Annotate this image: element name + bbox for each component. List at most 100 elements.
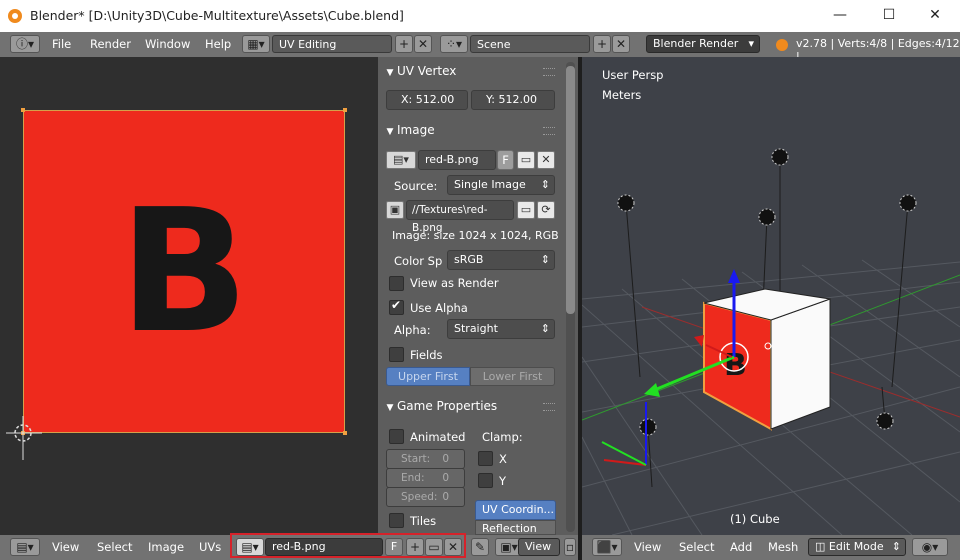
uv-menu-select[interactable]: Select bbox=[97, 540, 132, 554]
footer-view-select[interactable]: View bbox=[518, 538, 560, 556]
source-value: Single Image bbox=[454, 178, 526, 191]
uv-vertex-panel-header[interactable]: ▼ UV Vertex bbox=[383, 60, 561, 82]
3d-menu-add[interactable]: Add bbox=[730, 540, 752, 554]
edit-mode-icon: ◫ bbox=[815, 540, 829, 553]
uv-coordinates-button[interactable]: UV Coordin... bbox=[475, 500, 556, 520]
screen-layout-field[interactable]: UV Editing bbox=[272, 35, 392, 53]
speed-field[interactable]: Speed: 0 bbox=[386, 487, 465, 507]
image-panel-header[interactable]: ▼ Image bbox=[383, 119, 561, 141]
uv-menu-view[interactable]: View bbox=[52, 540, 79, 554]
panel-grip-icon[interactable] bbox=[543, 68, 555, 76]
animated-checkbox[interactable] bbox=[389, 429, 404, 444]
interaction-mode-select[interactable]: ◫ Edit Mode ⇕ bbox=[808, 538, 906, 556]
3d-viewport[interactable]: B bbox=[582, 57, 960, 535]
render-engine-label: Blender Render bbox=[653, 37, 739, 50]
end-field[interactable]: End: 0 bbox=[386, 468, 465, 488]
info-header: ⓘ▾ File Render Window Help ▦▾ UV Editing… bbox=[0, 32, 960, 63]
browse-file-icon[interactable]: ▭ bbox=[517, 201, 535, 219]
scene-icon[interactable]: ⁘▾ bbox=[440, 35, 468, 53]
viewport-shading-icon[interactable]: ◉▾ bbox=[912, 538, 948, 556]
minimize-button[interactable]: — bbox=[825, 4, 855, 26]
editor-type-3d-icon[interactable]: ⬛▾ bbox=[592, 538, 622, 556]
fake-user-button[interactable]: F bbox=[497, 150, 514, 170]
footer-view-value: View bbox=[525, 540, 552, 553]
uv-vertex[interactable] bbox=[21, 108, 25, 112]
pin-image-icon[interactable]: ✎ bbox=[471, 538, 489, 556]
upper-first-button[interactable]: Upper First bbox=[386, 367, 470, 386]
speed-value: 0 bbox=[442, 491, 449, 503]
properties-scrollbar-thumb[interactable] bbox=[566, 66, 575, 314]
blender-version-icon bbox=[776, 39, 788, 51]
alpha-mode-select[interactable]: Straight ⇕ bbox=[447, 319, 555, 339]
tiles-label: Tiles bbox=[410, 514, 437, 528]
window-title: Blender* [D:\Unity3D\Cube-Multitexture\A… bbox=[30, 8, 404, 23]
footer-overflow-icon[interactable]: ▫ bbox=[564, 538, 576, 556]
start-label: Start: bbox=[401, 453, 431, 465]
animated-label: Animated bbox=[410, 430, 466, 444]
screen-layout-icon[interactable]: ▦▾ bbox=[242, 35, 270, 53]
end-value: 0 bbox=[442, 472, 449, 484]
reload-image-icon[interactable]: ⟳ bbox=[537, 201, 555, 219]
uv-menu-uvs[interactable]: UVs bbox=[199, 540, 221, 554]
dropdown-arrow-icon: ▾ bbox=[748, 37, 754, 50]
remove-scene-icon[interactable]: ✕ bbox=[612, 35, 630, 53]
menu-help[interactable]: Help bbox=[205, 37, 231, 51]
start-field[interactable]: Start: 0 bbox=[386, 449, 465, 469]
add-layout-icon[interactable]: + bbox=[395, 35, 413, 53]
3d-menu-mesh[interactable]: Mesh bbox=[768, 540, 798, 554]
game-properties-header[interactable]: ▼ Game Properties bbox=[383, 395, 561, 417]
lower-first-button[interactable]: Lower First bbox=[470, 367, 555, 386]
remove-layout-icon[interactable]: ✕ bbox=[414, 35, 432, 53]
use-alpha-checkbox[interactable] bbox=[389, 298, 404, 315]
clamp-y-checkbox[interactable] bbox=[478, 473, 493, 488]
add-scene-icon[interactable]: + bbox=[593, 35, 611, 53]
menu-window[interactable]: Window bbox=[145, 37, 190, 51]
render-engine-select[interactable]: Blender Render ▾ bbox=[646, 35, 760, 53]
updown-arrow-icon: ⇕ bbox=[540, 253, 550, 266]
updown-arrow-icon: ⇕ bbox=[540, 322, 550, 335]
filepath-field[interactable]: //Textures\red-B.png bbox=[406, 200, 514, 234]
uv-y-field[interactable]: Y: 512.00 bbox=[471, 90, 555, 110]
collapse-icon: ▼ bbox=[386, 127, 394, 137]
speed-label: Speed: bbox=[401, 491, 438, 503]
image-name-field[interactable]: red-B.png bbox=[418, 150, 496, 170]
uv-image-texture[interactable]: B bbox=[23, 110, 345, 433]
unlink-image-icon[interactable]: ✕ bbox=[537, 151, 555, 169]
tiles-checkbox[interactable] bbox=[389, 513, 404, 528]
3d-menu-select[interactable]: Select bbox=[679, 540, 714, 554]
view-as-render-checkbox[interactable] bbox=[389, 276, 404, 291]
highlighted-image-selector bbox=[230, 533, 466, 558]
filepath-icon: ▣ bbox=[386, 201, 404, 219]
clamp-x-label: X bbox=[499, 452, 507, 466]
close-button[interactable]: ✕ bbox=[920, 4, 950, 26]
fields-label: Fields bbox=[410, 348, 443, 362]
end-label: End: bbox=[401, 472, 425, 484]
scene-field[interactable]: Scene bbox=[470, 35, 590, 53]
clamp-x-checkbox[interactable] bbox=[478, 451, 493, 466]
blender-logo-icon bbox=[8, 9, 22, 23]
2d-cursor-icon[interactable] bbox=[6, 416, 42, 460]
menu-file[interactable]: File bbox=[52, 37, 71, 51]
collapse-icon: ▼ bbox=[386, 403, 394, 413]
maximize-button[interactable]: ☐ bbox=[874, 4, 904, 26]
uv-vertex[interactable] bbox=[343, 431, 347, 435]
image-panel-title: Image bbox=[397, 123, 435, 137]
editor-type-info-icon[interactable]: ⓘ▾ bbox=[10, 35, 40, 53]
source-select[interactable]: Single Image ⇕ bbox=[447, 175, 555, 195]
editor-type-uv-icon[interactable]: ▤▾ bbox=[10, 538, 40, 556]
image-browse-icon[interactable]: ▤▾ bbox=[386, 151, 416, 169]
uv-menu-image[interactable]: Image bbox=[148, 540, 184, 554]
open-image-icon[interactable]: ▭ bbox=[517, 151, 535, 169]
fields-checkbox[interactable] bbox=[389, 347, 404, 362]
window-title-bar: Blender* [D:\Unity3D\Cube-Multitexture\A… bbox=[0, 0, 960, 32]
game-properties-title: Game Properties bbox=[397, 399, 498, 413]
color-space-select[interactable]: sRGB ⇕ bbox=[447, 250, 555, 270]
reflection-button[interactable]: Reflection bbox=[475, 520, 556, 535]
3d-menu-view[interactable]: View bbox=[634, 540, 661, 554]
start-value: 0 bbox=[442, 453, 449, 465]
uv-vertex[interactable] bbox=[343, 108, 347, 112]
menu-render[interactable]: Render bbox=[90, 37, 131, 51]
panel-grip-icon[interactable] bbox=[543, 127, 555, 135]
panel-grip-icon[interactable] bbox=[543, 403, 555, 411]
uv-x-field[interactable]: X: 512.00 bbox=[386, 90, 468, 110]
